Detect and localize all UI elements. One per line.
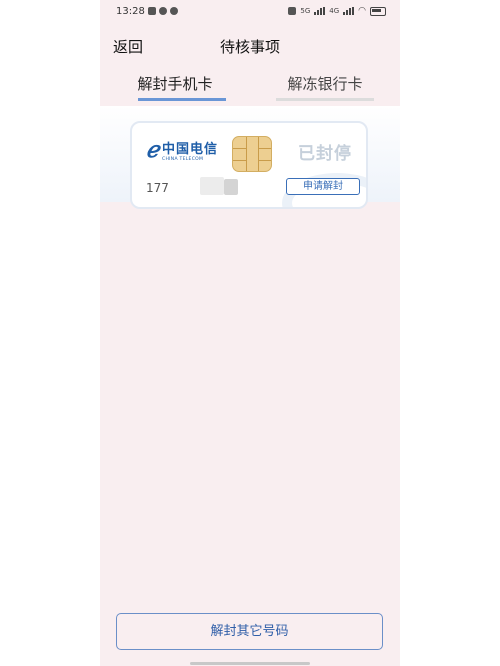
check-icon (159, 7, 167, 15)
tab-unblock-phone-card[interactable]: 解封手机卡 (100, 73, 250, 94)
number-mask-2 (224, 179, 238, 195)
app-icon (148, 7, 156, 15)
phone-number: 177 (146, 181, 169, 195)
home-indicator[interactable] (190, 662, 310, 665)
sim-card: ℯ 中国电信 CHINA TELECOM 已封停 177 申请解封 (130, 121, 368, 209)
number-mask (200, 177, 224, 195)
wifi-icon: ◠ (358, 6, 366, 16)
battery-icon (370, 6, 386, 16)
carrier-name-en: CHINA TELECOM (162, 157, 204, 162)
status-left-icons (148, 7, 178, 15)
signal-icon-2 (343, 7, 355, 15)
card-section: ℯ 中国电信 CHINA TELECOM 已封停 177 申请解封 (100, 106, 400, 209)
phone-screen: 13:28 5G 4G ◠ 返回 待核事项 解封手机卡 解冻银行卡 ℯ 中国电信… (100, 0, 400, 666)
wechat-icon (170, 7, 178, 15)
active-tab-indicator (138, 98, 226, 101)
carrier-name-cn: 中国电信 (162, 142, 219, 157)
page-title: 待核事项 (219, 38, 280, 56)
sim-chip-icon (232, 136, 272, 172)
signal-icon (314, 7, 326, 15)
nfc-icon (288, 7, 297, 15)
inactive-tab-indicator (276, 98, 374, 101)
apply-unblock-button[interactable]: 申请解封 (286, 178, 360, 195)
unblock-other-number-button[interactable]: 解封其它号码 (116, 613, 383, 650)
telecom-logo-icon: ℯ (146, 137, 160, 163)
status-right-icons: 5G 4G ◠ (288, 6, 386, 16)
tab-unfreeze-bank-card[interactable]: 解冻银行卡 (250, 73, 400, 94)
china-telecom-logo: ℯ 中国电信 CHINA TELECOM (146, 137, 218, 163)
status-time: 13:28 (116, 6, 145, 17)
status-bar: 13:28 5G 4G ◠ (100, 0, 400, 24)
header: 返回 待核事项 (100, 30, 400, 60)
network-4g-label: 4G (329, 7, 340, 15)
network-5g-label: 5G (300, 7, 311, 15)
tab-bar: 解封手机卡 解冻银行卡 (100, 68, 400, 102)
suspended-status-stamp: 已封停 (298, 144, 352, 164)
